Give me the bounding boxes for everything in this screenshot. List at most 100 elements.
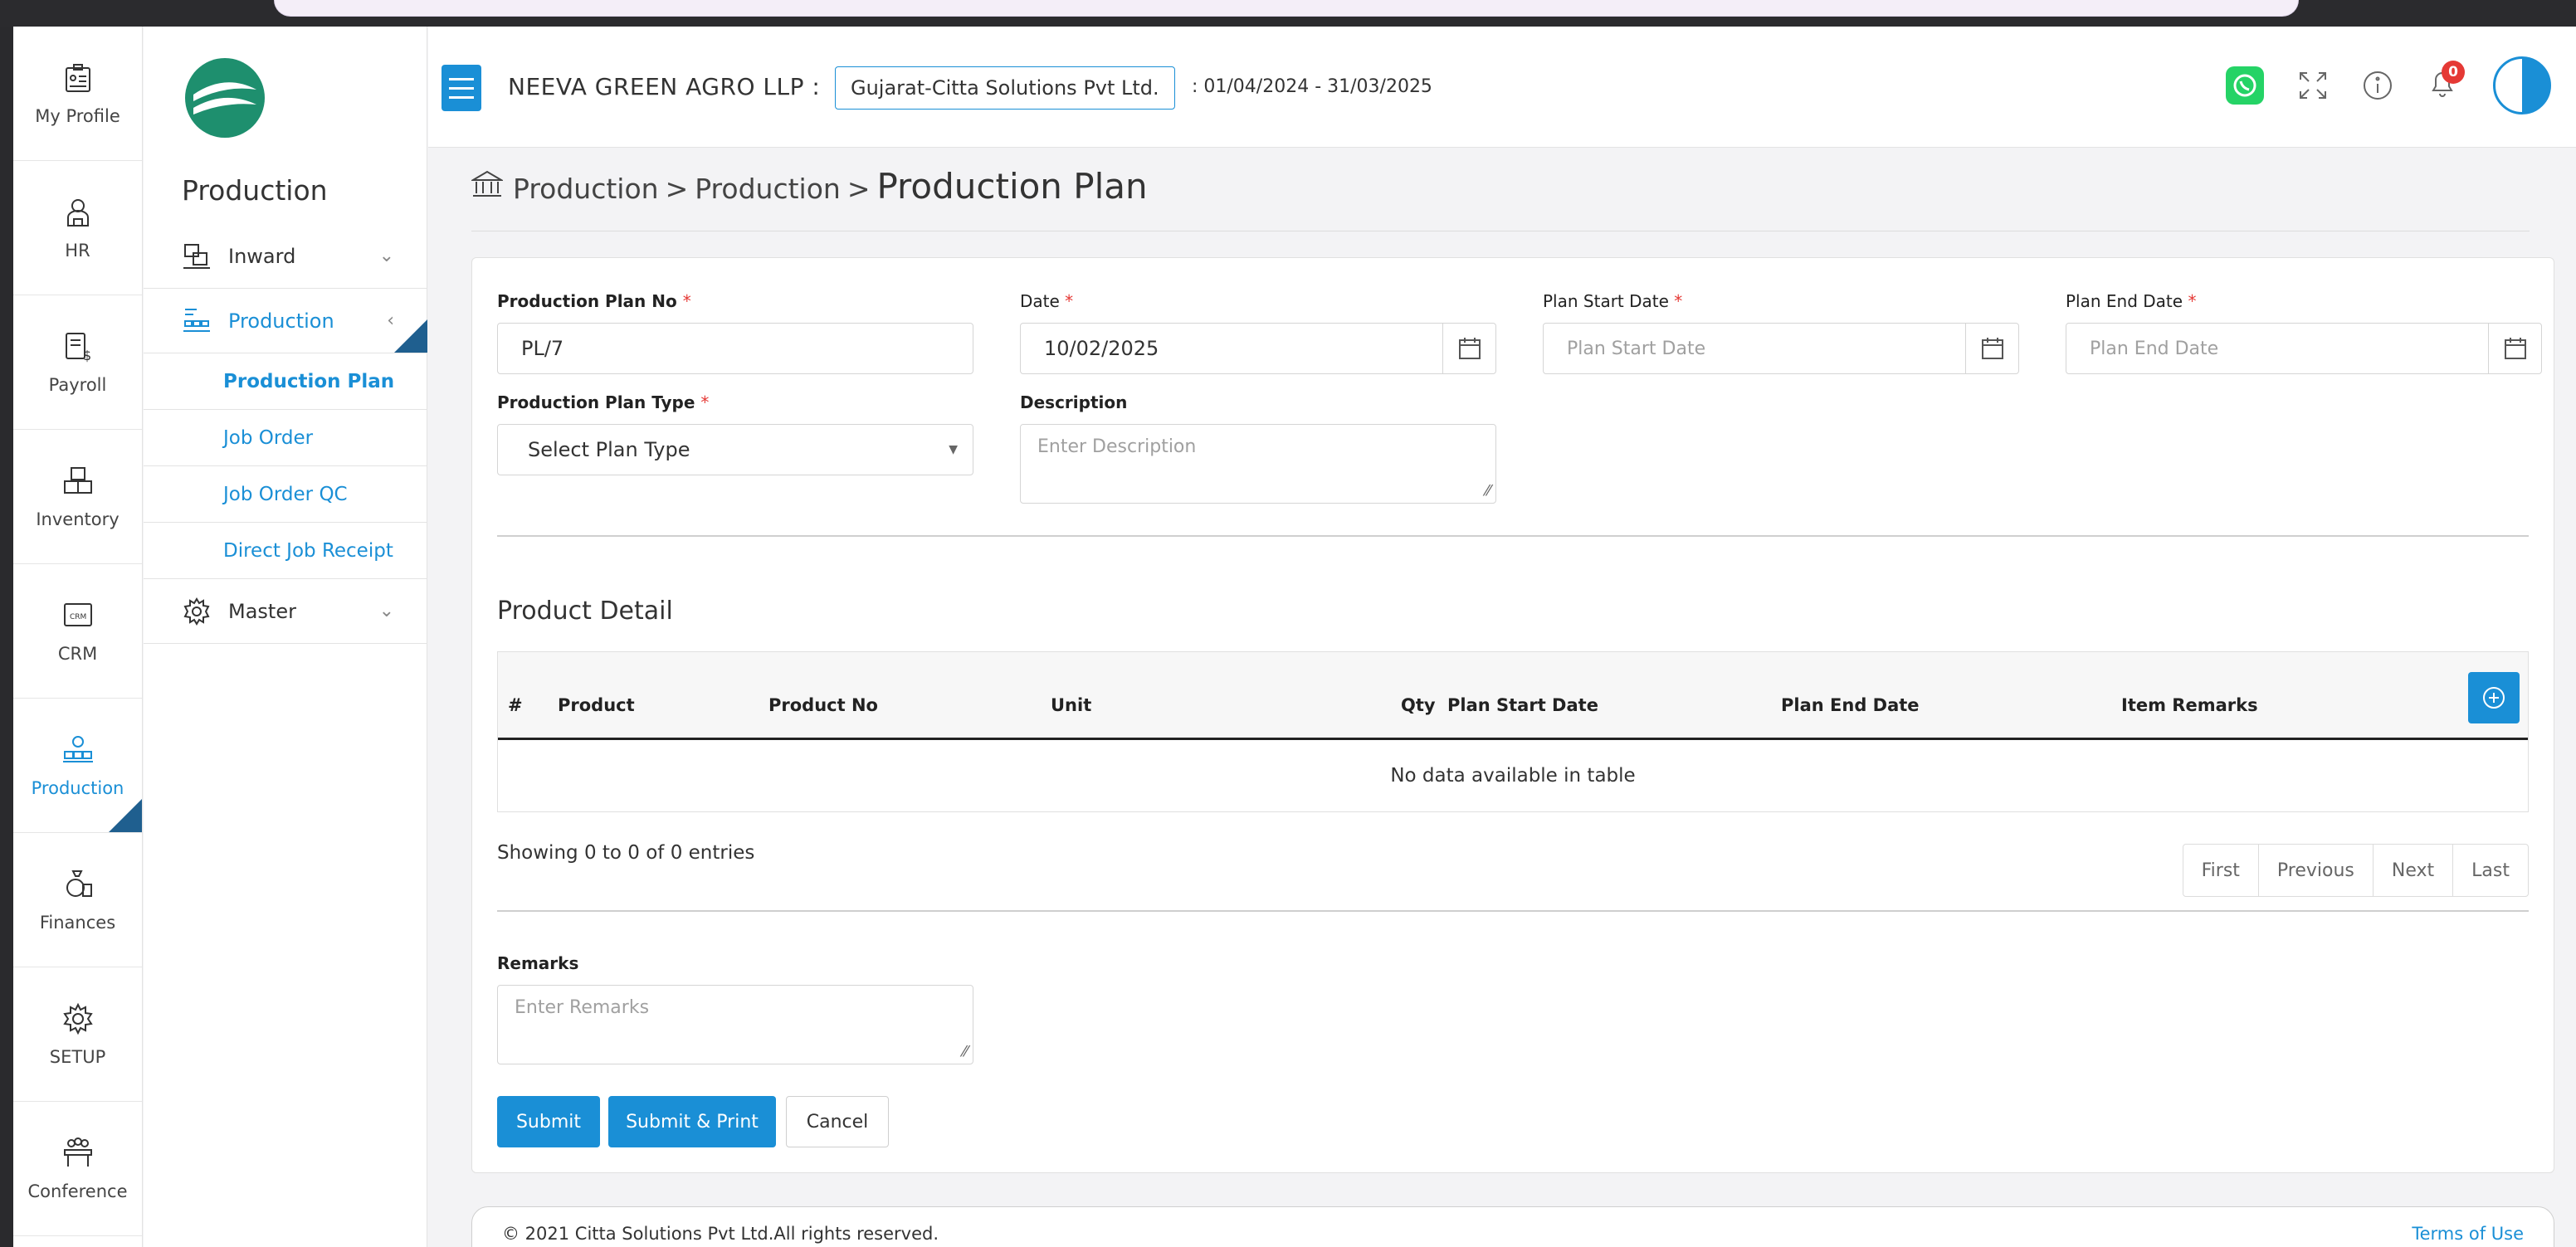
start-date-input[interactable]: Plan Start Date: [1543, 323, 2019, 374]
add-row-button[interactable]: [2468, 672, 2520, 723]
sub-sidebar: Production Inward ⌄ Production ‹ Product…: [144, 27, 427, 1247]
submenu-item-job-order[interactable]: Job Order: [144, 410, 427, 466]
gear-icon: [183, 597, 210, 626]
calendar-icon[interactable]: [2488, 324, 2541, 373]
rail-label: SETUP: [49, 1046, 106, 1067]
footer: © 2021 Citta Solutions Pvt Ltd.All right…: [471, 1206, 2554, 1247]
description-textarea[interactable]: Enter Description ⁄⁄: [1020, 424, 1496, 504]
table-header: # Product Product No Unit Qty Plan Start…: [498, 652, 2528, 740]
rail-item-crm[interactable]: CRM CRM: [13, 564, 142, 699]
plan-type-select[interactable]: Select Plan Type ▼: [497, 424, 973, 475]
pager-next-button[interactable]: Next: [2374, 845, 2454, 896]
breadcrumb-part[interactable]: Production: [695, 173, 841, 205]
header-actions: 0: [2226, 56, 2551, 114]
start-date-label: Plan Start Date *: [1543, 291, 1683, 311]
column-header[interactable]: Product: [558, 695, 635, 715]
column-header[interactable]: Plan End Date: [1781, 695, 1920, 715]
pagination: First Previous Next Last: [2182, 844, 2529, 897]
sidebar-item-inward[interactable]: Inward ⌄: [144, 224, 427, 289]
rail-item-payroll[interactable]: $ Payroll: [13, 295, 142, 430]
avatar[interactable]: [2493, 56, 2551, 114]
company-name: NEEVA GREEN AGRO LLP :: [508, 73, 821, 100]
submit-print-button[interactable]: Submit & Print: [608, 1096, 776, 1147]
plan-no-input[interactable]: PL/7: [497, 323, 973, 374]
submenu-item-direct-job-receipt[interactable]: Direct Job Receipt: [144, 523, 427, 579]
bank-icon: [471, 170, 503, 197]
end-date-input[interactable]: Plan End Date: [2066, 323, 2542, 374]
column-header[interactable]: Unit: [1051, 695, 1091, 715]
company-select[interactable]: Gujarat-Citta Solutions Pvt Ltd.: [835, 66, 1175, 110]
fullscreen-icon[interactable]: [2297, 70, 2329, 101]
column-header[interactable]: Product No: [768, 695, 878, 715]
section-divider: [497, 535, 2529, 537]
svg-text:CRM: CRM: [70, 613, 86, 621]
rail-label: Production: [31, 777, 124, 798]
breadcrumb-sep: >: [665, 173, 689, 205]
remarks-placeholder: Enter Remarks: [515, 997, 650, 1018]
pager-previous-button[interactable]: Previous: [2259, 845, 2374, 896]
rail-label: Inventory: [36, 509, 120, 529]
sidebar-item-production[interactable]: Production ‹: [144, 289, 427, 353]
description-label: Description: [1020, 392, 1128, 412]
rail-label: CRM: [57, 643, 98, 664]
column-header[interactable]: Item Remarks: [2121, 695, 2258, 715]
browser-top-strip: [0, 0, 2576, 27]
conference-icon: [63, 1137, 92, 1167]
calendar-icon[interactable]: [1965, 324, 2018, 373]
menu-toggle-button[interactable]: [442, 65, 481, 111]
rail-item-finances[interactable]: Finances: [13, 833, 142, 967]
rail-item-conference[interactable]: Conference: [13, 1102, 142, 1236]
rail-item-my-profile[interactable]: My Profile: [13, 27, 142, 161]
rail-item-inventory[interactable]: Inventory: [13, 430, 142, 564]
plus-circle-icon: [2483, 687, 2505, 709]
breadcrumb-part[interactable]: Production: [513, 173, 659, 205]
inventory-icon: [63, 466, 92, 494]
rail-label: Conference: [27, 1181, 128, 1201]
rail-item-setup[interactable]: SETUP: [13, 967, 142, 1102]
date-input[interactable]: 10/02/2025: [1020, 323, 1496, 374]
breadcrumb-sep: >: [846, 173, 871, 205]
remarks-label: Remarks: [497, 953, 579, 973]
terms-link[interactable]: Terms of Use: [2412, 1224, 2524, 1244]
table-info: Showing 0 to 0 of 0 entries: [497, 842, 755, 864]
product-detail-table: # Product Product No Unit Qty Plan Start…: [497, 651, 2529, 812]
sidebar-item-label: Master: [228, 599, 296, 623]
rail-item-production[interactable]: Production: [13, 699, 142, 833]
submit-button[interactable]: Submit: [497, 1096, 600, 1147]
column-header[interactable]: #: [508, 695, 523, 715]
profile-icon: [65, 63, 90, 92]
start-date-placeholder: Plan Start Date: [1567, 338, 1706, 359]
chevron-down-icon: ⌄: [378, 246, 394, 266]
whatsapp-icon[interactable]: [2226, 66, 2264, 105]
resize-handle-icon[interactable]: ⁄⁄: [963, 1043, 968, 1060]
rail-label: My Profile: [35, 105, 120, 126]
production-icon: [62, 735, 93, 762]
production-icon: [183, 308, 210, 332]
financial-year: : 01/04/2024 - 31/03/2025: [1192, 76, 1432, 97]
sidebar-item-master[interactable]: Master ⌄: [144, 579, 427, 644]
notification-bell[interactable]: 0: [2427, 61, 2465, 104]
calendar-icon[interactable]: [1442, 324, 1495, 373]
hr-icon: [66, 198, 89, 227]
column-header[interactable]: Qty: [1401, 695, 1436, 715]
sidebar-item-label: Inward: [228, 244, 296, 268]
rail-label: Payroll: [48, 374, 107, 395]
section-divider: [497, 910, 2529, 912]
submenu-item-production-plan[interactable]: Production Plan: [144, 353, 427, 410]
plan-no-label: Production Plan No *: [497, 291, 691, 311]
pager-first-button[interactable]: First: [2183, 845, 2259, 896]
rail-item-hr[interactable]: HR: [13, 161, 142, 295]
remarks-textarea[interactable]: Enter Remarks ⁄⁄: [497, 985, 973, 1064]
gear-icon: [62, 1002, 93, 1035]
pager-last-button[interactable]: Last: [2453, 845, 2528, 896]
info-icon[interactable]: [2362, 70, 2393, 101]
cancel-button[interactable]: Cancel: [786, 1096, 889, 1147]
page-title: Production Plan: [876, 166, 1148, 207]
resize-handle-icon[interactable]: ⁄⁄: [1486, 482, 1490, 499]
submenu-item-job-order-qc[interactable]: Job Order QC: [144, 466, 427, 523]
production-plan-form: Production Plan No * Date * Plan Start D…: [471, 257, 2554, 1173]
module-rail: My Profile HR $ Payroll Inventory CRM CR…: [13, 27, 143, 1247]
sidebar-item-label: Production: [228, 309, 334, 333]
product-detail-title: Product Detail: [497, 597, 673, 626]
column-header[interactable]: Plan Start Date: [1447, 695, 1598, 715]
